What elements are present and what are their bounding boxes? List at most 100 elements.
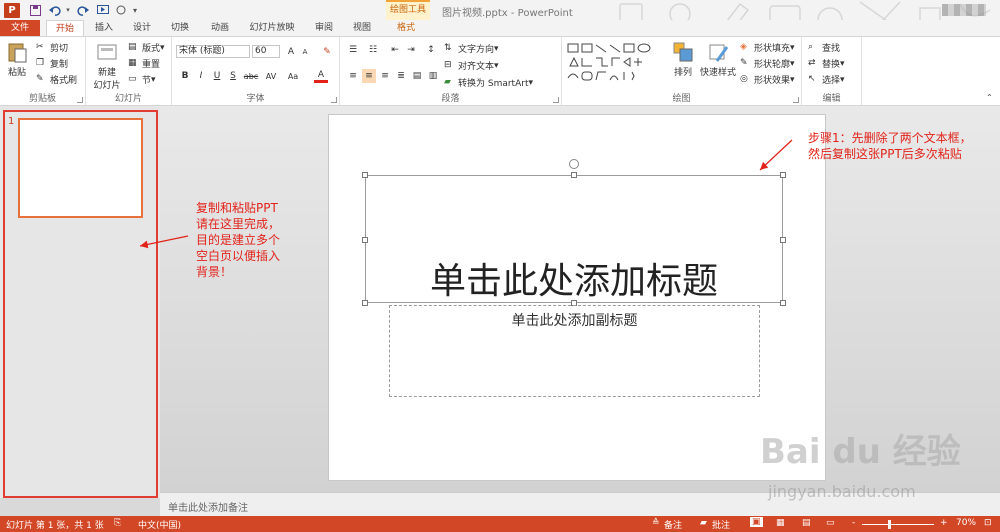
clipboard-dialog-launcher[interactable] (77, 97, 83, 103)
title-bar: P ▾ ▾ 绘图工具 图片视频.pptx - PowerPoint (0, 0, 1000, 38)
tab-insert[interactable]: 插入 (88, 20, 120, 36)
slide-thumbnail-pane[interactable]: 1 (0, 106, 160, 498)
find-button[interactable]: ⌕ 查找 (808, 41, 840, 54)
slide-canvas[interactable]: 单击此处添加标题 单击此处添加副标题 (328, 114, 826, 481)
paragraph-dialog-launcher[interactable] (553, 97, 559, 103)
touch-mode-icon[interactable] (114, 2, 128, 18)
font-name-select[interactable]: 宋体 (标题) (176, 45, 250, 58)
tab-format[interactable]: 格式 (388, 20, 424, 36)
increase-indent-icon[interactable]: ⇥ (404, 43, 418, 57)
shape-fill-button[interactable]: ◈ 形状填充 ▾ (740, 41, 795, 54)
shrink-font-button[interactable]: A (298, 45, 312, 59)
font-color-button[interactable]: A (314, 69, 328, 83)
shape-outline-button[interactable]: ✎ 形状轮廓 ▾ (740, 57, 795, 70)
align-center-icon[interactable]: ≡ (362, 69, 376, 83)
section-button[interactable]: ▭ 节 ▾ (128, 73, 156, 86)
zoom-slider[interactable] (862, 520, 934, 529)
user-account-blurred[interactable] (942, 4, 986, 16)
shape-effects-button[interactable]: ◎ 形状效果 ▾ (740, 73, 795, 86)
new-slide-button[interactable]: 新建 幻灯片 (90, 41, 124, 91)
zoom-slider-thumb[interactable] (888, 520, 891, 529)
line-spacing-icon[interactable]: ↕ (424, 43, 438, 57)
cut-button[interactable]: ✂ 剪切 (36, 41, 68, 54)
save-icon[interactable] (28, 2, 42, 18)
slide-sorter-icon[interactable]: ▦ (776, 518, 785, 528)
distribute-icon[interactable]: ▤ (410, 69, 424, 83)
resize-handle[interactable] (571, 172, 577, 178)
customize-quick-access-icon[interactable]: ▾ (130, 2, 140, 18)
normal-view-icon[interactable]: ▣ (750, 517, 763, 527)
present-from-start-icon[interactable] (96, 2, 110, 18)
fit-to-window-icon[interactable]: ⊡ (984, 518, 992, 528)
resize-handle[interactable] (780, 172, 786, 178)
tab-home[interactable]: 开始 (46, 20, 84, 37)
tab-file[interactable]: 文件 (0, 20, 40, 36)
format-painter-button[interactable]: ✎ 格式刷 (36, 73, 77, 86)
replace-button[interactable]: ⇄ 替换 ▾ (808, 57, 845, 70)
notes-toggle-label[interactable]: 备注 (664, 518, 682, 531)
comments-toggle-label[interactable]: 批注 (712, 518, 730, 531)
drawing-dialog-launcher[interactable] (793, 97, 799, 103)
font-dialog-launcher[interactable] (331, 97, 337, 103)
zoom-in-button[interactable]: + (940, 518, 948, 528)
annotation-right: 步骤1：先删除了两个文本框， 然后复制这张PPT后多次粘贴 (808, 131, 972, 161)
font-size-select[interactable]: 60 (252, 45, 280, 58)
columns-icon[interactable]: ▥ (426, 69, 440, 83)
resize-handle[interactable] (362, 237, 368, 243)
notes-toggle-icon[interactable]: ≙ (652, 518, 660, 528)
resize-handle[interactable] (780, 237, 786, 243)
grow-font-button[interactable]: A (284, 45, 298, 59)
align-text-button[interactable]: ⊟ 对齐文本 ▾ (444, 59, 499, 72)
shapes-gallery[interactable] (566, 42, 664, 86)
change-case-button[interactable]: Aa (284, 69, 302, 83)
quick-styles-button[interactable]: 快速样式 (700, 41, 736, 78)
zoom-out-button[interactable]: - (852, 518, 855, 528)
underline-button[interactable]: U (210, 69, 224, 83)
character-spacing-button[interactable]: AV (262, 69, 280, 83)
spelling-check-icon[interactable]: ⎘ (114, 518, 121, 528)
align-left-icon[interactable]: ≡ (346, 69, 360, 83)
reading-view-icon[interactable]: ▤ (802, 518, 811, 528)
resize-handle[interactable] (362, 172, 368, 178)
slideshow-view-icon[interactable]: ▭ (826, 518, 835, 528)
drawing-group: 排列 快速样式 ◈ 形状填充 ▾ ✎ 形状轮廓 ▾ ◎ 形状效果 ▾ 绘图 (562, 37, 802, 105)
subtitle-placeholder[interactable]: 单击此处添加副标题 (389, 305, 760, 397)
tab-slideshow[interactable]: 幻灯片放映 (244, 20, 300, 36)
rotate-handle[interactable] (569, 159, 579, 169)
bullets-icon[interactable]: ☰ (346, 43, 360, 57)
title-placeholder[interactable]: 单击此处添加标题 (362, 172, 786, 306)
tab-review[interactable]: 审阅 (308, 20, 340, 36)
clear-formatting-button[interactable]: ✎ (320, 45, 334, 59)
reset-button[interactable]: ▦ 重置 (128, 57, 160, 70)
paste-button[interactable]: 粘贴 (4, 41, 30, 78)
italic-button[interactable]: I (194, 69, 208, 83)
justify-icon[interactable]: ≣ (394, 69, 408, 83)
arrange-button[interactable]: 排列 (670, 41, 696, 78)
tab-design[interactable]: 设计 (126, 20, 158, 36)
arrange-label: 排列 (673, 68, 692, 78)
copy-button[interactable]: ❐ 复制 (36, 57, 68, 70)
slide-thumbnail[interactable] (18, 118, 143, 218)
shadow-button[interactable]: S (226, 69, 240, 83)
strikethrough-button[interactable]: abc (242, 69, 260, 83)
undo-dropdown-icon[interactable]: ▾ (64, 2, 72, 18)
text-direction-button[interactable]: ⇅ 文字方向 ▾ (444, 42, 499, 55)
align-right-icon[interactable]: ≡ (378, 69, 392, 83)
new-slide-label-2: 幻灯片 (93, 81, 121, 91)
section-label: 节 (142, 76, 152, 86)
zoom-level[interactable]: 70% (956, 518, 976, 528)
layout-button[interactable]: ▤ 版式 ▾ (128, 41, 165, 54)
language-status[interactable]: 中文(中国) (138, 518, 181, 531)
select-button[interactable]: ↖ 选择 ▾ (808, 73, 845, 86)
redo-icon[interactable] (76, 2, 90, 18)
decrease-indent-icon[interactable]: ⇤ (388, 43, 402, 57)
tab-animations[interactable]: 动画 (204, 20, 236, 36)
collapse-ribbon-icon[interactable]: ⌃ (986, 93, 993, 102)
bold-button[interactable]: B (178, 69, 192, 83)
tab-transitions[interactable]: 切换 (164, 20, 196, 36)
comments-toggle-icon[interactable]: ▰ (700, 518, 707, 528)
numbering-icon[interactable]: ☷ (366, 43, 380, 57)
tab-view[interactable]: 视图 (346, 20, 378, 36)
undo-icon[interactable] (48, 2, 62, 18)
convert-smartart-button[interactable]: ▰ 转换为 SmartArt ▾ (444, 76, 533, 89)
